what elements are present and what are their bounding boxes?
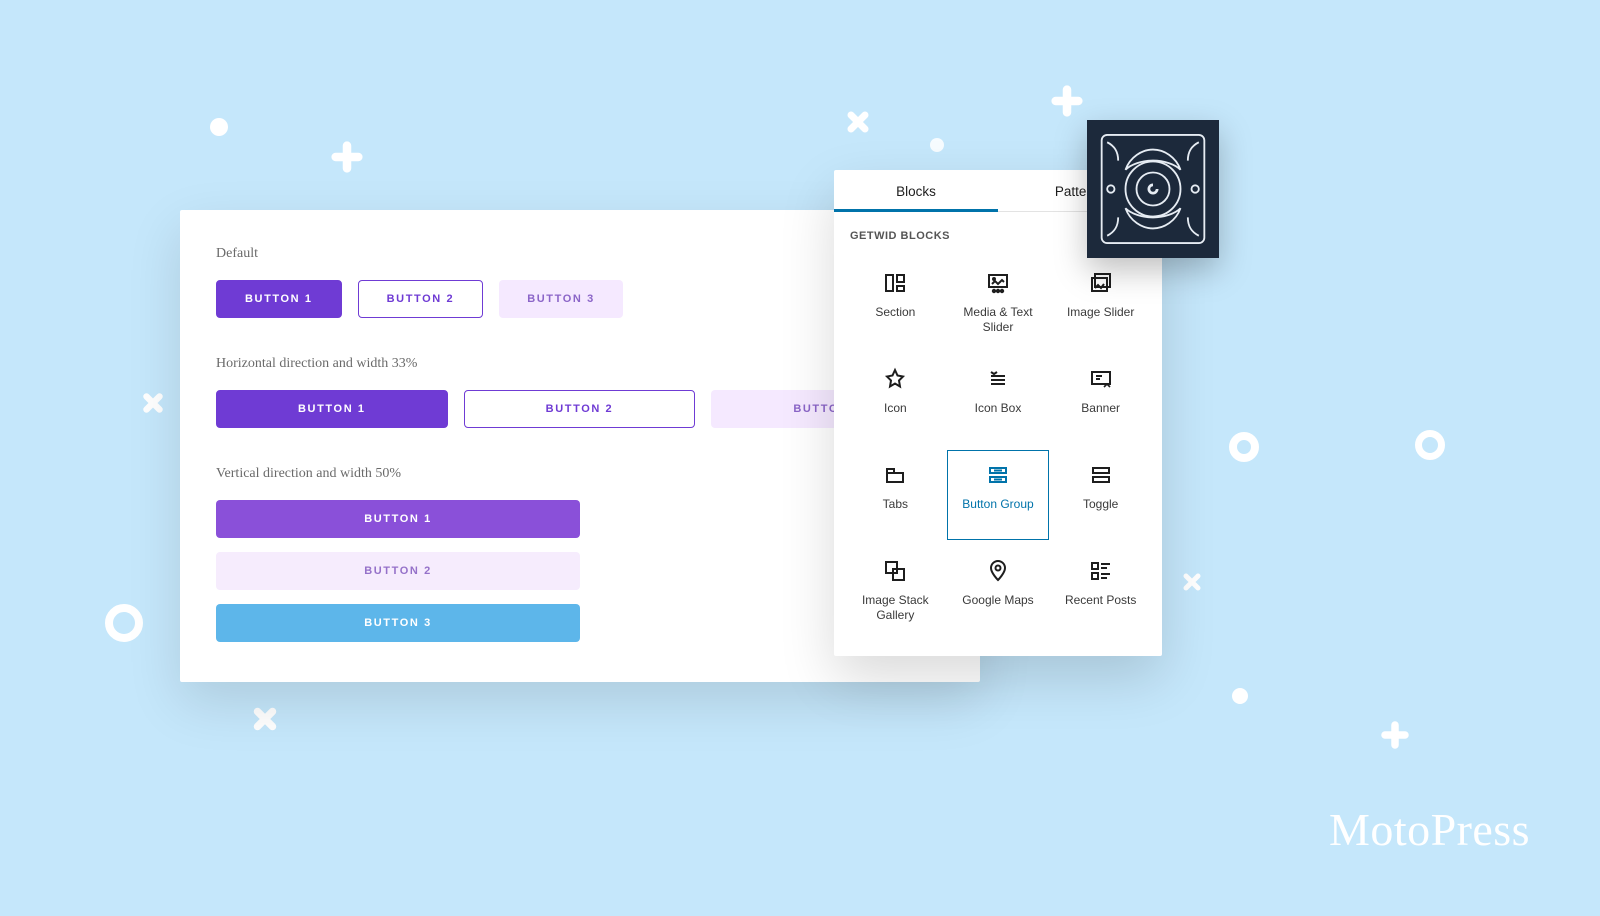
button-group-icon [986, 463, 1010, 487]
block-banner[interactable]: Banner [1049, 354, 1152, 444]
cross-icon [1180, 570, 1204, 599]
toggle-icon [1089, 463, 1113, 487]
plus-icon [1050, 84, 1084, 123]
block-label: Image Stack Gallery [849, 593, 942, 623]
block-image-stack-gallery[interactable]: Image Stack Gallery [844, 546, 947, 636]
section-icon [883, 271, 907, 295]
block-label: Image Slider [1067, 305, 1134, 320]
button-horiz-1[interactable]: BUTTON 1 [216, 390, 448, 428]
block-label: Section [875, 305, 915, 320]
block-label: Toggle [1083, 497, 1118, 512]
brand-wordmark: MotoPress [1329, 803, 1530, 856]
block-recent-posts[interactable]: Recent Posts [1049, 546, 1152, 636]
decoration-dot [930, 138, 944, 152]
block-icon[interactable]: Icon [844, 354, 947, 444]
block-label: Button Group [962, 497, 1033, 512]
block-grid: Section Media & Text Slider Image Slider… [834, 252, 1162, 656]
block-label: Media & Text Slider [952, 305, 1045, 335]
image-stack-icon [883, 559, 907, 583]
cross-icon [250, 704, 280, 739]
decoration-dot [210, 118, 228, 136]
button-vert-1[interactable]: BUTTON 1 [216, 500, 580, 538]
block-button-group[interactable]: Button Group [947, 450, 1050, 540]
block-icon-box[interactable]: Icon Box [947, 354, 1050, 444]
button-default-1[interactable]: BUTTON 1 [216, 280, 342, 318]
cross-icon [140, 390, 166, 421]
button-vert-3[interactable]: BUTTON 3 [216, 604, 580, 642]
block-toggle[interactable]: Toggle [1049, 450, 1152, 540]
cross-icon [844, 108, 872, 141]
button-default-2[interactable]: BUTTON 2 [358, 280, 484, 318]
block-google-maps[interactable]: Google Maps [947, 546, 1050, 636]
plus-icon [330, 140, 364, 179]
tabs-icon [883, 463, 907, 487]
block-label: Banner [1081, 401, 1120, 416]
icon-box-icon [986, 367, 1010, 391]
block-label: Recent Posts [1065, 593, 1136, 608]
ring-icon [1415, 430, 1445, 460]
col-vert: BUTTON 1 BUTTON 2 BUTTON 3 [216, 500, 580, 642]
ring-icon [105, 604, 143, 642]
recent-posts-icon [1089, 559, 1113, 583]
button-horiz-2[interactable]: BUTTON 2 [464, 390, 696, 428]
block-label: Icon Box [975, 401, 1022, 416]
block-tabs[interactable]: Tabs [844, 450, 947, 540]
banner-icon [1089, 367, 1113, 391]
star-icon [883, 367, 907, 391]
getwid-logo-badge [1087, 120, 1219, 258]
block-media-text-slider[interactable]: Media & Text Slider [947, 258, 1050, 348]
tab-blocks[interactable]: Blocks [834, 170, 998, 211]
ring-icon [1229, 432, 1259, 462]
block-label: Icon [884, 401, 907, 416]
image-slider-icon [1089, 271, 1113, 295]
plus-icon [1380, 720, 1410, 755]
block-image-slider[interactable]: Image Slider [1049, 258, 1152, 348]
media-text-slider-icon [986, 271, 1010, 295]
block-label: Google Maps [962, 593, 1033, 608]
block-label: Tabs [883, 497, 908, 512]
button-vert-2[interactable]: BUTTON 2 [216, 552, 580, 590]
decoration-dot [1232, 688, 1248, 704]
map-pin-icon [986, 559, 1010, 583]
button-default-3[interactable]: BUTTON 3 [499, 280, 623, 318]
block-section[interactable]: Section [844, 258, 947, 348]
